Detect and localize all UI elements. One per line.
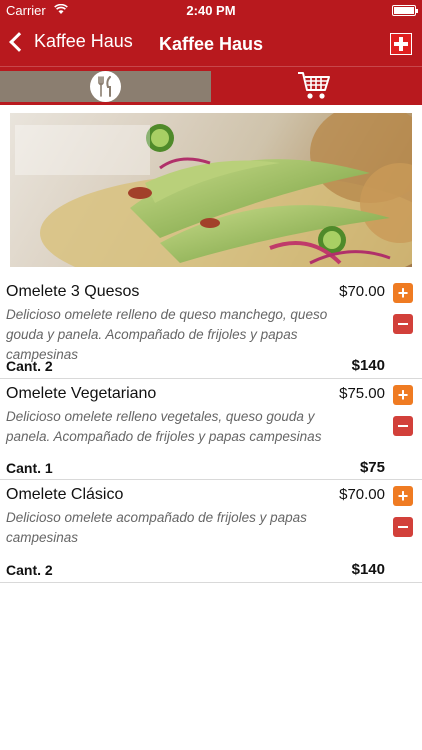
item-name: Omelete Clásico [6, 486, 124, 503]
item-subtotal: $140 [351, 357, 385, 374]
item-name: Omelete Vegetariano [6, 385, 157, 402]
swiss-flag-icon[interactable] [390, 33, 412, 55]
item-description: Delicioso omelete relleno vegetales, que… [6, 409, 322, 444]
item-subtotal: $75 [359, 459, 385, 476]
item-description: Delicioso omelete relleno de queso manch… [6, 307, 328, 362]
minus-icon [398, 323, 408, 325]
item-price: $75.00 [339, 385, 385, 402]
item-quantity: Cant. 2 [6, 358, 53, 374]
remove-button[interactable] [393, 314, 413, 334]
minus-icon [398, 526, 408, 528]
item-name: Omelete 3 Quesos [6, 283, 140, 300]
status-bar: Carrier 2:40 PM [0, 0, 422, 22]
cart-icon [298, 72, 330, 99]
item-price: $70.00 [339, 486, 385, 503]
cutlery-icon [90, 71, 121, 102]
tab-bar [0, 66, 422, 105]
remove-button[interactable] [393, 416, 413, 436]
item-price: $70.00 [339, 283, 385, 300]
add-button[interactable]: + [393, 283, 413, 303]
chevron-left-icon [9, 31, 29, 52]
add-button[interactable]: + [393, 486, 413, 506]
menu-item-list: Omelete 3 Quesos $70.00 + Delicioso omel… [0, 277, 422, 583]
item-description: Delicioso omelete acompañado de frijoles… [6, 510, 307, 545]
back-button-label: Kaffee Haus [34, 31, 133, 51]
item-quantity: Cant. 2 [6, 562, 53, 578]
tab-menu[interactable] [0, 71, 211, 102]
tab-cart[interactable] [211, 67, 422, 105]
clock: 2:40 PM [186, 3, 236, 18]
list-item: Omelete Clásico $70.00 + Delicioso omele… [0, 480, 422, 583]
minus-icon [398, 425, 408, 427]
item-quantity: Cant. 1 [6, 460, 53, 476]
hero-image [10, 113, 412, 267]
navigation-bar: Kaffee Haus Kaffee Haus [0, 22, 422, 66]
back-button[interactable]: Kaffee Haus [8, 31, 133, 52]
add-button[interactable]: + [393, 385, 413, 405]
list-item: Omelete Vegetariano $75.00 + Delicioso o… [0, 379, 422, 480]
item-subtotal: $140 [351, 561, 385, 578]
remove-button[interactable] [393, 517, 413, 537]
battery-icon [392, 5, 418, 16]
list-item: Omelete 3 Quesos $70.00 + Delicioso omel… [0, 277, 422, 379]
